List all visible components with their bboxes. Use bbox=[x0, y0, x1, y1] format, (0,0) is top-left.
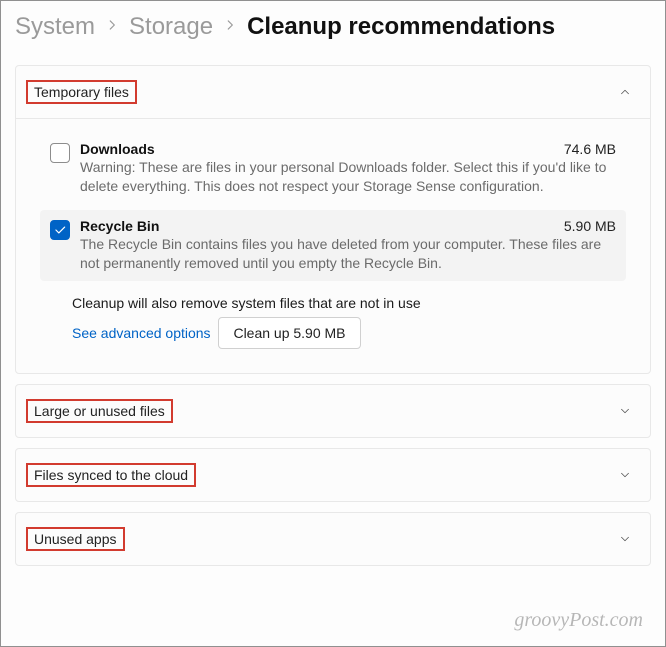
section-title: Large or unused files bbox=[34, 403, 165, 419]
section-header-large-or-unused-files[interactable]: Large or unused files bbox=[16, 385, 650, 437]
item-description: Warning: These are files in your persona… bbox=[80, 158, 616, 196]
section-unused-apps: Unused apps bbox=[15, 512, 651, 566]
cleanup-item-recycle-bin[interactable]: Recycle Bin 5.90 MB The Recycle Bin cont… bbox=[40, 210, 626, 281]
breadcrumb: System Storage Cleanup recommendations bbox=[15, 13, 651, 41]
chevron-right-icon bbox=[105, 18, 119, 37]
page-title: Cleanup recommendations bbox=[247, 13, 555, 41]
checkbox-recycle-bin[interactable] bbox=[50, 220, 70, 240]
clean-up-button[interactable]: Clean up 5.90 MB bbox=[218, 317, 360, 349]
see-advanced-options-link[interactable]: See advanced options bbox=[72, 325, 211, 341]
item-size: 5.90 MB bbox=[564, 218, 616, 234]
cleanup-note: Cleanup will also remove system files th… bbox=[72, 295, 624, 311]
section-files-synced-cloud: Files synced to the cloud bbox=[15, 448, 651, 502]
watermark: groovyPost.com bbox=[514, 609, 643, 632]
item-size: 74.6 MB bbox=[564, 141, 616, 157]
item-description: The Recycle Bin contains files you have … bbox=[80, 235, 616, 273]
item-title: Downloads bbox=[80, 141, 155, 157]
section-header-unused-apps[interactable]: Unused apps bbox=[16, 513, 650, 565]
item-title: Recycle Bin bbox=[80, 218, 159, 234]
section-header-files-synced-cloud[interactable]: Files synced to the cloud bbox=[16, 449, 650, 501]
section-header-temporary-files[interactable]: Temporary files bbox=[16, 66, 650, 118]
chevron-down-icon bbox=[618, 532, 632, 546]
settings-window: System Storage Cleanup recommendations T… bbox=[0, 0, 666, 647]
section-title: Temporary files bbox=[34, 84, 129, 100]
cleanup-item-downloads[interactable]: Downloads 74.6 MB Warning: These are fil… bbox=[40, 133, 626, 204]
checkbox-downloads[interactable] bbox=[50, 143, 70, 163]
section-title: Files synced to the cloud bbox=[34, 467, 188, 483]
breadcrumb-storage[interactable]: Storage bbox=[129, 13, 213, 41]
chevron-down-icon bbox=[618, 404, 632, 418]
chevron-down-icon bbox=[618, 468, 632, 482]
section-large-or-unused-files: Large or unused files bbox=[15, 384, 651, 438]
breadcrumb-system[interactable]: System bbox=[15, 13, 95, 41]
section-body-temporary-files: Downloads 74.6 MB Warning: These are fil… bbox=[16, 118, 650, 373]
section-title: Unused apps bbox=[34, 531, 117, 547]
chevron-up-icon bbox=[618, 85, 632, 99]
section-temporary-files: Temporary files Downloads 74.6 MB Warnin… bbox=[15, 65, 651, 374]
chevron-right-icon bbox=[223, 18, 237, 37]
